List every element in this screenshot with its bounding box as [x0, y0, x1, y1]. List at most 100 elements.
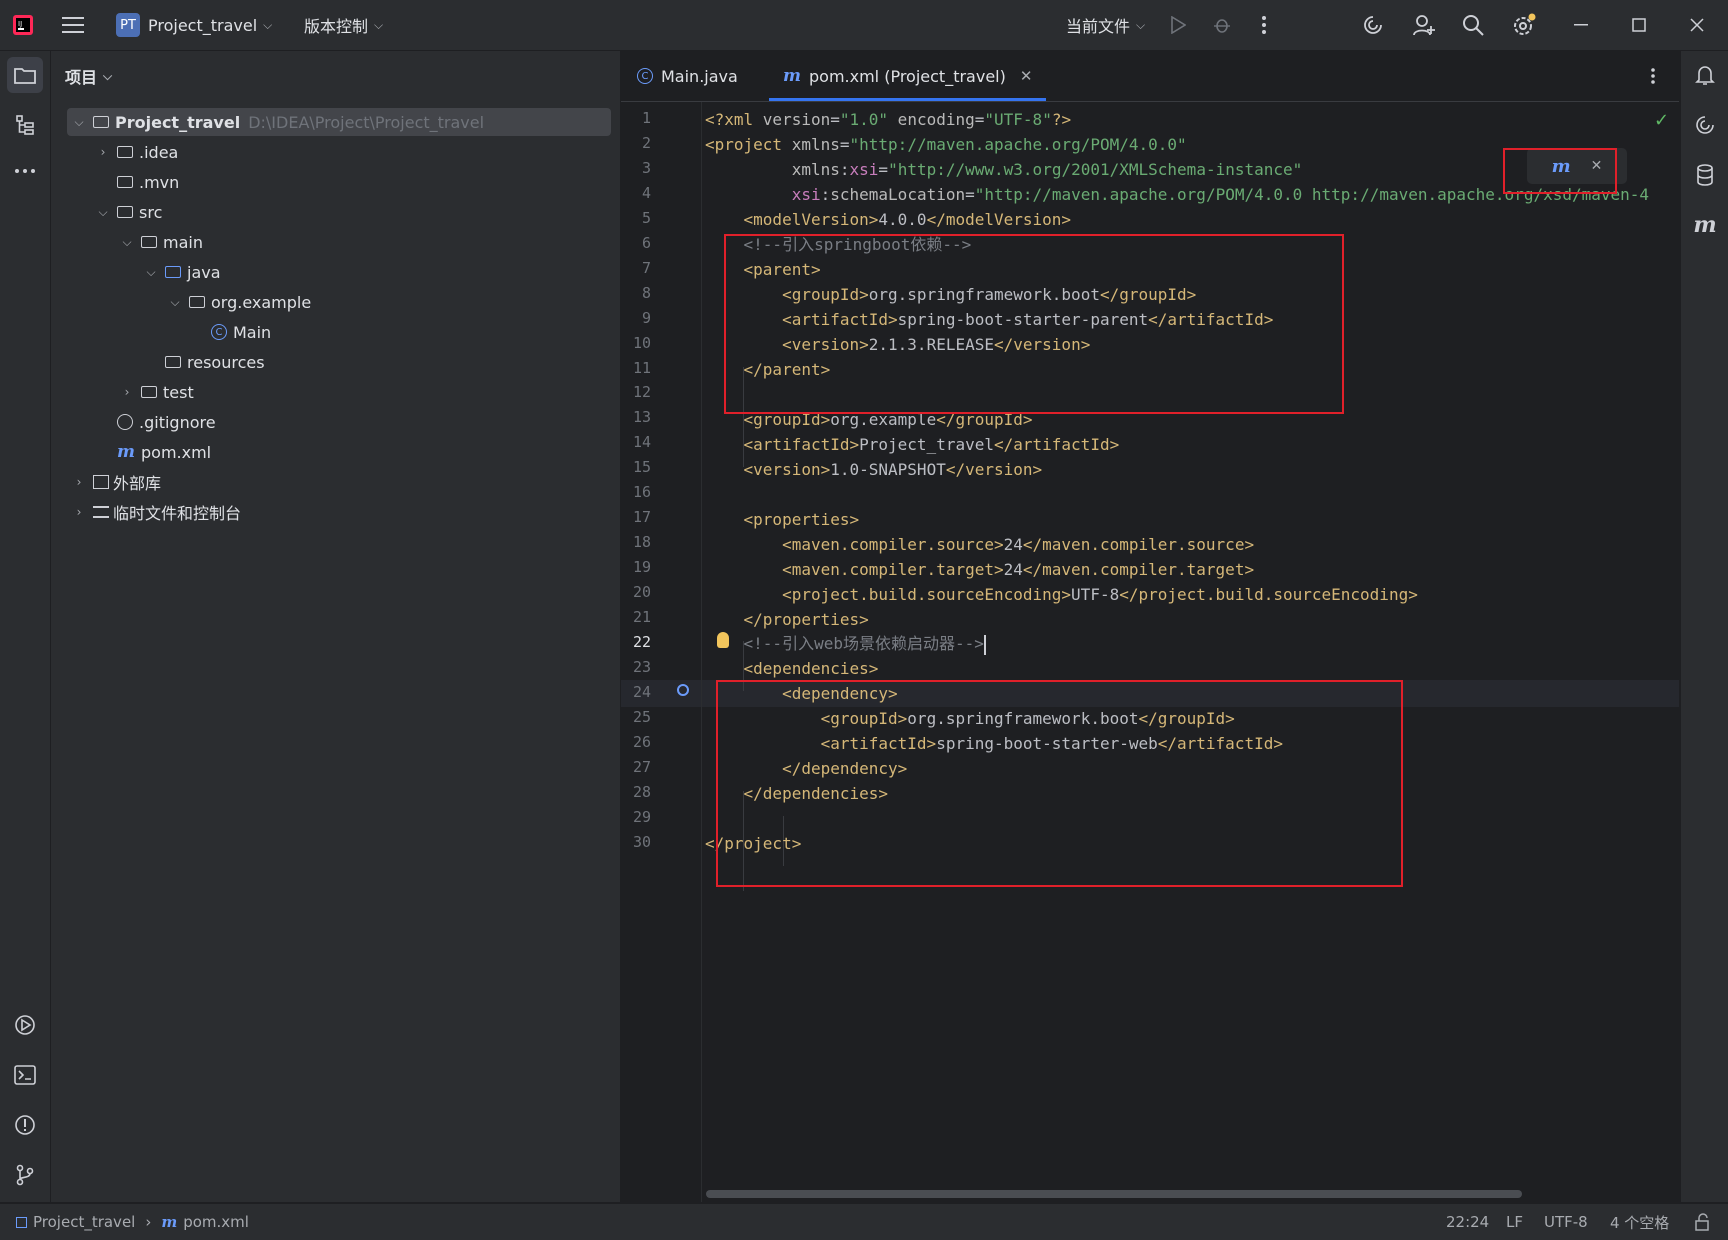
left-tool-strip — [0, 51, 51, 1202]
line-number: 25 — [632, 707, 651, 726]
tree-item-test[interactable]: › test — [119, 378, 194, 406]
breadcrumb: Project_travel › m pom.xml — [16, 1204, 249, 1240]
project-panel: 项目 ⌵ ⌵ Project_travel D:\IDEA\Project\Pr… — [51, 51, 621, 1202]
tree-item-mvn[interactable]: .mvn — [117, 168, 179, 196]
settings-gear-icon[interactable] — [1512, 0, 1536, 50]
lightbulb-icon[interactable] — [717, 632, 729, 648]
minimize-icon[interactable] — [1574, 0, 1588, 50]
debug-icon[interactable] — [1212, 0, 1232, 50]
line-number: 26 — [632, 732, 651, 751]
tree-item-label: resources — [187, 352, 265, 372]
tab-pom-xml[interactable]: m pom.xml (Project_travel) ✕ — [769, 51, 1047, 101]
tab-options-icon[interactable] — [1651, 51, 1655, 101]
horizontal-scrollbar[interactable] — [706, 1190, 1522, 1198]
line-number: 22 — [632, 632, 651, 651]
ai-chat-icon[interactable] — [1687, 107, 1723, 143]
maven-icon: m — [783, 66, 801, 86]
tree-item-label: test — [163, 382, 194, 402]
chevron-down-icon: ⌵ — [374, 17, 384, 32]
chevron-right-icon: › — [100, 145, 106, 159]
module-icon — [16, 1216, 27, 1228]
search-icon[interactable] — [1462, 0, 1484, 50]
maven-icon: m — [161, 1213, 178, 1231]
git-branch-icon[interactable] — [7, 1157, 43, 1193]
structure-icon[interactable] — [7, 107, 43, 143]
line-number: 18 — [632, 533, 651, 552]
navigate-to-target-icon[interactable] — [677, 684, 689, 696]
notifications-bell-icon[interactable] — [1687, 57, 1723, 93]
more-actions-icon[interactable] — [1262, 0, 1266, 50]
no-problems-check-icon[interactable]: ✓ — [1654, 110, 1669, 131]
breadcrumb-file[interactable]: pom.xml — [183, 1213, 249, 1231]
maven-tool-icon[interactable]: m — [1687, 207, 1723, 243]
project-tool-folder-icon[interactable] — [7, 57, 43, 93]
run-config-selector[interactable]: 当前文件 ⌵ — [1066, 0, 1145, 50]
vcs-label: 版本控制 — [304, 17, 369, 36]
code-line-20: <project.build.sourceEncoding>UTF-8</pro… — [782, 585, 1418, 604]
package-icon — [189, 296, 205, 308]
project-name: Project_travel — [148, 15, 258, 35]
tree-item-main[interactable]: ⌵ main — [119, 228, 203, 256]
tree-item-label: src — [139, 202, 163, 222]
project-switcher[interactable]: PT Project_travel ⌵ — [116, 0, 272, 50]
tree-item-main-class[interactable]: C Main — [211, 318, 271, 346]
line-number: 15 — [632, 458, 651, 477]
problems-icon[interactable] — [7, 1107, 43, 1143]
database-icon[interactable] — [1687, 157, 1723, 193]
more-tools-icon[interactable] — [7, 153, 43, 189]
tree-item-java[interactable]: ⌵ java — [143, 258, 220, 286]
code-line-18: <maven.compiler.source>24</maven.compile… — [782, 535, 1255, 554]
code-line-14: <artifactId>Project_travel</artifactId> — [743, 435, 1120, 454]
tree-item-resources[interactable]: resources — [165, 348, 265, 376]
project-panel-title: 项目 — [65, 68, 98, 87]
line-number: 28 — [632, 782, 651, 801]
terminal-icon[interactable] — [7, 1057, 43, 1093]
run-icon[interactable] — [1170, 0, 1186, 50]
status-bar: Project_travel › m pom.xml 22:24 LF UTF-… — [0, 1203, 1728, 1240]
maven-icon: m — [117, 442, 135, 462]
annotation-box-parent — [724, 234, 1344, 414]
lock-icon[interactable] — [1694, 1204, 1710, 1240]
line-number: 19 — [632, 558, 651, 577]
tree-item-project-root[interactable]: ⌵ Project_travel D:\IDEA\Project\Project… — [67, 108, 611, 136]
maximize-icon[interactable] — [1632, 0, 1646, 50]
indent-setting[interactable]: 4 个空格 — [1610, 1204, 1669, 1240]
line-number: 9 — [641, 308, 651, 327]
main-menu-icon[interactable] — [62, 0, 84, 50]
chevron-down-icon: ⌵ — [263, 17, 273, 32]
folder-icon — [141, 236, 157, 248]
code-line-3: xmlns:xsi="http://www.w3.org/2001/XMLSch… — [791, 160, 1303, 179]
tree-item-src[interactable]: ⌵ src — [95, 198, 162, 226]
source-folder-icon — [165, 266, 181, 278]
chevron-down-icon: ⌵ — [170, 294, 180, 309]
code-line-19: <maven.compiler.target>24</maven.compile… — [782, 560, 1255, 579]
java-class-icon: C — [637, 68, 653, 84]
java-class-icon: C — [211, 324, 227, 340]
tab-label: pom.xml (Project_travel) — [809, 66, 1006, 86]
tree-item-label: pom.xml — [141, 442, 212, 462]
resources-folder-icon — [165, 356, 181, 368]
tab-main-java[interactable]: C Main.java — [637, 51, 738, 101]
code-with-me-icon[interactable] — [1412, 0, 1436, 50]
line-number: 21 — [632, 608, 651, 626]
breadcrumb-project[interactable]: Project_travel — [33, 1213, 135, 1231]
intellij-logo-icon[interactable]: IJ — [12, 0, 34, 50]
ai-assistant-icon[interactable] — [1362, 0, 1384, 50]
close-window-icon[interactable] — [1690, 0, 1704, 50]
tree-item-gitignore[interactable]: .gitignore — [117, 408, 216, 436]
close-tab-icon[interactable]: ✕ — [1020, 67, 1033, 85]
tree-item-org-example[interactable]: ⌵ org.example — [167, 288, 311, 316]
module-folder-icon — [93, 116, 109, 128]
line-separator[interactable]: LF — [1506, 1204, 1523, 1240]
services-icon[interactable] — [7, 1007, 43, 1043]
tree-item-pom-xml[interactable]: m pom.xml — [117, 438, 211, 466]
chevron-down-icon: ⌵ — [1136, 17, 1146, 32]
code-editor[interactable]: 1 2 3 4 5 6 7 8 9 10 11 12 13 14 15 16 17 18 19 20 21 22 23 24 2… — [621, 102, 1679, 1202]
tree-item-external-libraries[interactable]: › 外部库 — [71, 468, 161, 496]
tree-item-idea[interactable]: › .idea — [95, 138, 179, 166]
caret-position[interactable]: 22:24 — [1446, 1204, 1489, 1240]
tree-item-scratches[interactable]: › 临时文件和控制台 — [71, 498, 241, 526]
file-encoding[interactable]: UTF-8 — [1544, 1204, 1588, 1240]
project-panel-header[interactable]: 项目 ⌵ — [65, 61, 112, 91]
vcs-menu[interactable]: 版本控制 ⌵ — [304, 0, 383, 50]
